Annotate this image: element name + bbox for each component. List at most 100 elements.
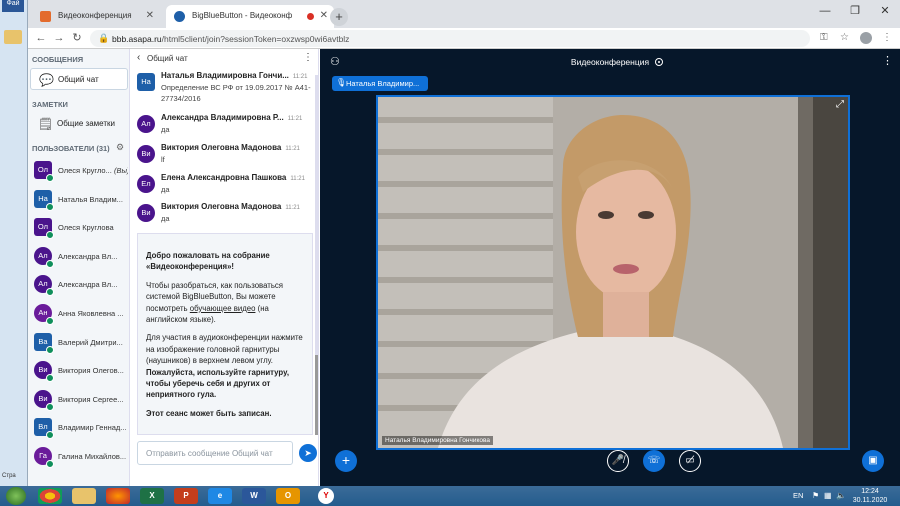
system-clock[interactable]: 12:24 30.11.2020 (850, 487, 890, 505)
user-list-item[interactable]: Ал Александра Вл... (32, 272, 128, 298)
tab-title: BigBlueButton - Видеоконф (192, 11, 293, 20)
chrome-app-icon[interactable] (38, 488, 62, 504)
windows-taskbar: X P e W O Y EN ⚑ ▦ 🔈 12:24 30.11.2020 (0, 486, 900, 506)
chat-header: ‹ Общий чат ⋮ (131, 49, 319, 69)
recording-status-icon[interactable] (655, 58, 663, 66)
user-list-item[interactable]: Ва Валерий Дмитри... (32, 330, 128, 356)
user-list-item[interactable]: Ал Александра Вл... (32, 244, 128, 270)
language-indicator[interactable]: EN (793, 491, 803, 500)
forward-arrow-icon[interactable]: → (52, 31, 66, 45)
firefox-app-icon[interactable] (106, 488, 130, 504)
user-name: Александра Вл... (58, 280, 128, 289)
user-list-item[interactable]: Ви Виктория Сергее... (32, 387, 128, 413)
clock-date: 30.11.2020 (852, 497, 888, 504)
menu-kebab-icon[interactable]: ⋮ (882, 32, 892, 43)
url-field[interactable]: 🔒 bbb.asapa.ru/html5client/join?sessionT… (90, 30, 810, 47)
notes-icon: 🗒 (38, 117, 54, 131)
recording-notice: Этот сеанс может быть записан. (146, 408, 272, 418)
chevron-left-icon[interactable]: ‹ (137, 52, 140, 63)
start-button[interactable] (6, 487, 26, 505)
close-tab-icon[interactable]: ✕ (320, 10, 328, 21)
message-text: Определение ВС РФ от 19.09.2017 № А41-27… (161, 83, 311, 103)
chat-message-input[interactable]: Отправить сообщение Общий чат (137, 441, 293, 465)
excel-app-icon[interactable]: X (140, 488, 164, 504)
tab-bigbluebutton[interactable]: BigBlueButton - Видеоконф ✕ (166, 5, 334, 28)
gear-icon[interactable]: ⚙ (116, 142, 124, 153)
maximize-icon[interactable]: ❐ (840, 0, 870, 24)
welcome-message: Добро пожаловать на собрание «Видеоконфе… (137, 233, 313, 435)
webcam-button[interactable]: ▭̸ (679, 450, 701, 472)
author-name: Виктория Олеговна Мадонова (161, 143, 282, 152)
background-window-strip: Фай Стра (0, 0, 28, 486)
user-name-text: Владимир Геннад... (58, 423, 127, 433)
chat-scrollbar[interactable] (315, 75, 318, 435)
yandex-app-icon[interactable]: Y (318, 488, 334, 504)
webcam-video[interactable]: ⤢ Наталья Владимировна Гончикова (376, 95, 850, 450)
shared-notes-item[interactable]: 🗒 Общие заметки (30, 113, 128, 135)
phone-icon: ☏ (647, 455, 661, 466)
ie-app-icon[interactable]: e (208, 488, 232, 504)
main-media-area: ⚇ Видеоконференция ⋮ 🎙 Наталья Владимир.… (320, 49, 900, 486)
welcome-emphasis: Пожалуйста, используйте гарнитуру, чтобы… (146, 367, 289, 400)
user-name-text: Александра Вл... (58, 280, 118, 290)
tab-videoconference[interactable]: Видеоконференция ✕ (32, 5, 160, 28)
network-icon[interactable]: ▦ (824, 491, 832, 500)
new-tab-button[interactable]: + (330, 8, 348, 26)
tutorial-video-link[interactable]: обучающее видео (190, 304, 256, 313)
user-name: Виктория Сергее... (58, 395, 128, 404)
shared-notes-label: Общие заметки (57, 119, 115, 128)
user-name: Олеся Круглова (58, 223, 128, 232)
flag-icon[interactable]: ⚑ (812, 491, 819, 500)
users-header: ПОЛЬЗОВАТЕЛИ (31) (32, 144, 110, 153)
tab-title: Видеоконференция (58, 11, 132, 20)
profile-avatar[interactable] (860, 32, 872, 44)
message-author: Александра Владимировна Р... 11:21 (161, 113, 311, 122)
message-time: 11:21 (287, 116, 303, 122)
options-kebab-icon[interactable]: ⋮ (882, 54, 893, 67)
chat-options-icon[interactable]: ⋮ (303, 52, 313, 63)
plus-icon: + (341, 452, 351, 468)
user-list-item[interactable]: Ол Олеся Круглова (32, 215, 128, 241)
fullscreen-icon[interactable]: ⤢ (836, 99, 844, 110)
welcome-p2: Чтобы разобраться, как пользоваться сист… (146, 280, 306, 326)
powerpoint-app-icon[interactable]: P (174, 488, 198, 504)
user-list-item[interactable]: Ви Виктория Олегов... (32, 358, 128, 384)
actions-button[interactable]: + (335, 450, 357, 472)
user-list-item[interactable]: Га Галина Михайлов... (32, 444, 128, 470)
volume-icon[interactable]: 🔈 (836, 491, 846, 500)
avatar: Ви (137, 204, 155, 222)
status-dot-icon (46, 345, 54, 354)
user-list-item[interactable]: Вл Владимир Геннад... (32, 415, 128, 441)
user-list-item[interactable]: На Наталья Владим... (32, 187, 128, 213)
user-list-item[interactable]: Ол Олеся Кругло... (Вы) (32, 158, 128, 184)
welcome-meeting-name: Видеоконференция (150, 262, 228, 272)
leave-audio-button[interactable]: ☏ (643, 450, 665, 472)
user-list-item[interactable]: Ан Анна Яковлевна ... (32, 301, 128, 327)
mute-button[interactable]: 🎤̸ (607, 450, 629, 472)
message-time: 11:21 (285, 205, 300, 211)
presentation-button[interactable]: ▣ (862, 450, 884, 472)
word-app-icon[interactable]: W (242, 488, 266, 504)
talker-name: Наталья Владимир... (346, 79, 420, 88)
back-arrow-icon[interactable]: ← (34, 31, 48, 45)
star-icon[interactable]: ☆ (840, 32, 849, 43)
user-name-text: Олеся Кругло... (58, 166, 112, 175)
user-name-text: Александра Вл... (58, 251, 118, 261)
reload-icon[interactable]: ↻ (70, 31, 84, 45)
close-window-icon[interactable]: ✕ (870, 0, 900, 24)
url-path: /html5client/join?sessionToken=oxzwsp0wi… (161, 34, 350, 44)
outlook-app-icon[interactable]: O (276, 488, 300, 504)
public-chat-item[interactable]: 💬 Общий чат (30, 68, 128, 90)
close-tab-icon[interactable]: ✕ (146, 10, 154, 21)
minimize-icon[interactable]: — (810, 0, 840, 24)
status-dot-icon (46, 288, 54, 297)
scrollbar-thumb[interactable] (315, 355, 318, 435)
welcome-text: Для участия в аудиоконференции нажмите н… (146, 333, 303, 366)
key-icon[interactable]: ⚿ (820, 32, 828, 43)
explorer-app-icon[interactable] (72, 488, 96, 504)
background-window-title: Фай (2, 0, 24, 12)
send-button[interactable]: ➤ (299, 444, 317, 462)
talking-indicator[interactable]: 🎙 Наталья Владимир... (332, 76, 428, 91)
user-name: Владимир Геннад... (58, 423, 128, 432)
background-window-label: Фай (6, 0, 20, 7)
